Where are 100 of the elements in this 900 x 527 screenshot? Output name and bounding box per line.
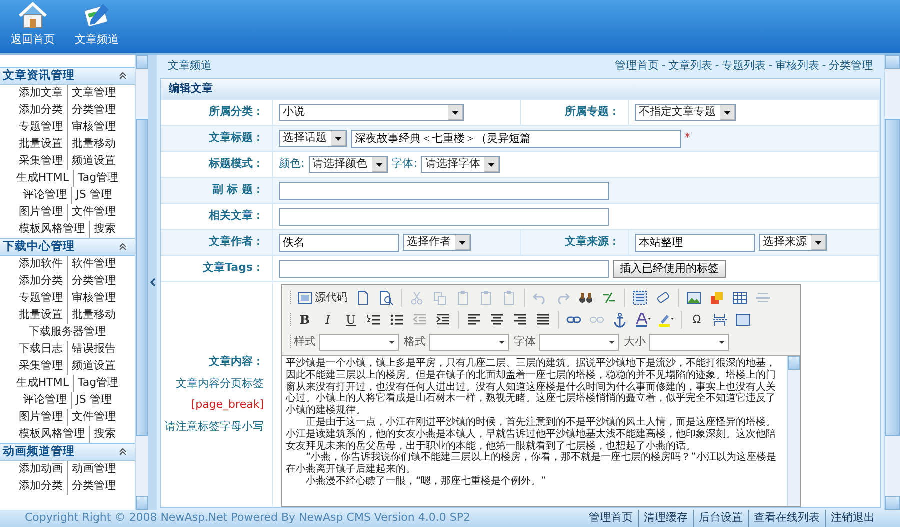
sidebar-link[interactable]: 评论管理 — [19, 392, 72, 409]
footer-link[interactable]: 管理首页 — [584, 510, 638, 527]
sidebar-link[interactable]: 批量设置 — [15, 136, 67, 153]
sidebar-link[interactable]: 审核管理 — [67, 119, 120, 136]
bullet-list-icon — [389, 312, 405, 328]
sidebar-link[interactable]: 添加动画 — [15, 461, 67, 478]
dropdown[interactable]: 小说 — [279, 104, 464, 121]
window-icon — [297, 290, 313, 306]
scrollbar[interactable] — [135, 55, 148, 510]
dropdown[interactable]: 请选择字体 — [421, 156, 500, 173]
sidebar-link[interactable]: 模板风格管理 — [15, 221, 89, 238]
sidebar-link[interactable]: 文章管理 — [67, 85, 120, 102]
section-header[interactable]: 下载中心管理 — [0, 238, 135, 256]
paragraph: “小燕，你告诉我说你们镇不能建三层以上的楼房，你看，那不就是一座七层的楼房吗？”小江以为这座楼是在小燕离开镇子后建起来的。 — [286, 452, 778, 476]
sidebar-link[interactable]: 评论管理 — [19, 187, 72, 204]
required-mark: * — [685, 130, 690, 146]
nav-link[interactable]: 审核列表 — [776, 58, 820, 74]
text-field[interactable] — [279, 208, 609, 226]
sidebar-link[interactable]: 软件管理 — [67, 256, 120, 273]
dropdown-arrow-icon — [455, 235, 470, 250]
combo-label: 样式 — [294, 334, 316, 350]
sidebar-link[interactable]: 添加分类 — [15, 273, 67, 290]
dropdown[interactable]: 不指定文章专题 — [635, 104, 736, 121]
sidebar-link[interactable]: 文件管理 — [67, 409, 120, 426]
panel-title: 编辑文章 — [161, 79, 880, 99]
nav-link[interactable]: 管理首页 — [615, 58, 660, 74]
sidebar-link[interactable]: 添加软件 — [15, 256, 67, 273]
dropdown[interactable]: 选择话题 — [279, 130, 347, 147]
clipboard-icon — [501, 290, 517, 306]
sidebar-link[interactable]: 动画管理 — [67, 461, 120, 478]
paragraph: 正是由于这一点，小江在刚进平沙镇的时候，首先注意到的不是平沙镇的风土人情，而是这座怪异的塔楼。小江是读建筑系的，他的女友小燕是本镇人，早就告诉过他平沙镇地基太浅不能建高楼，他印象深刻。这次他陪女友拜见未来的岳父岳母，出于职业的本能，他第一眼就看到了七层楼，也想起了小燕的话。 — [286, 416, 777, 452]
nav-button[interactable]: 返回首页 — [8, 0, 58, 48]
sidebar-link[interactable]: 批量移动 — [67, 307, 120, 324]
sidebar-link[interactable]: 添加分类 — [15, 478, 67, 495]
sidebar-link[interactable]: 批量移动 — [67, 136, 120, 153]
sidebar-link[interactable]: 采集管理 — [15, 358, 67, 375]
sidebar-link[interactable]: 分类管理 — [67, 273, 120, 290]
sidebar-link[interactable]: 错误报告 — [67, 341, 120, 358]
clipboard-icon — [455, 290, 471, 306]
sidebar-link[interactable]: 分类管理 — [67, 478, 120, 495]
sidebar-link[interactable]: 频道设置 — [67, 358, 120, 375]
dropdown-arrow-icon — [719, 340, 725, 344]
section-title: 动画频道管理 — [3, 443, 75, 460]
nav-link[interactable]: 专题列表 — [722, 58, 766, 74]
field-label: 文章作者： — [161, 230, 273, 255]
toolbar-grip-icon — [290, 313, 293, 327]
clipboard-icon — [478, 290, 494, 306]
sidebar-link[interactable]: 图片管理 — [15, 409, 67, 426]
sidebar-link[interactable]: 图片管理 — [15, 204, 67, 221]
hint-text: 文章内容分页标签 — [176, 376, 264, 392]
nav-link[interactable]: 分类管理 — [829, 58, 873, 74]
sidebar-link[interactable]: 文件管理 — [67, 204, 120, 221]
dropdown[interactable]: 选择作者 — [403, 234, 471, 251]
sidebar-link[interactable]: 专题管理 — [15, 119, 67, 136]
footer-link[interactable]: 后台设置 — [693, 510, 748, 527]
paragraph: 平沙镇是一个小镇，镇上多是平房，只有几座二层、三层的建筑。据说平沙镇地下是流沙，不能打很深的地基，因此不能建三层以上的楼房。但是在镇子的北面却盖着一座七层的塔楼，稳稳的并不见塌陷的迹象。塔楼上的门窗从来没有打开过，也没有任何人进出过。没有人知道这座楼是什么时间为什么事而修建的，事实上也没有人关心过。小镇上的人将它看成是山石树木一样，熟视无睹。这座七层塔楼悄悄的矗立着，似乎完全不知道它违反了小镇的建楼规律。 — [286, 358, 777, 416]
insert-tags-button[interactable]: 插入已经使用的标签 — [613, 260, 726, 278]
sidebar-link[interactable]: Tag管理 — [73, 375, 123, 392]
footer-link[interactable]: 查看在线列表 — [748, 510, 825, 527]
section-header[interactable]: 动画频道管理 — [0, 443, 135, 461]
text-field[interactable] — [279, 260, 609, 278]
nav-link[interactable]: 文章列表 — [668, 58, 713, 74]
footer-link[interactable]: 注销退出 — [825, 510, 880, 527]
text-field[interactable]: 深夜故事经典＜七重楼＞（灵异短篇 — [351, 130, 681, 148]
field-label: 颜色: — [279, 156, 305, 172]
field-label: 文章标题： — [161, 126, 273, 151]
sidebar-link[interactable]: 审核管理 — [67, 290, 120, 307]
sidebar-link[interactable]: JS 管理 — [71, 187, 116, 204]
section-header[interactable]: 文章资讯管理 — [0, 67, 135, 85]
sidebar-link[interactable]: 分类管理 — [67, 102, 120, 119]
dropdown[interactable]: 选择来源 — [759, 234, 827, 251]
sidebar-link[interactable]: 添加文章 — [15, 85, 67, 102]
sidebar-link[interactable]: 生成HTML — [12, 170, 73, 187]
nav-button[interactable]: 文章频道 — [72, 0, 122, 48]
field-label: 文章来源： — [521, 230, 629, 255]
sidebar-link[interactable]: 批量设置 — [15, 307, 67, 324]
sidebar-link[interactable]: 添加分类 — [15, 102, 67, 119]
sidebar-link[interactable]: 频道设置 — [67, 153, 120, 170]
scrollbar[interactable] — [787, 356, 800, 506]
scrollbar[interactable] — [884, 55, 900, 510]
sidebar-link[interactable]: 专题管理 — [15, 290, 67, 307]
sidebar-link[interactable]: 下载日志 — [15, 341, 67, 358]
table-icon — [732, 290, 748, 306]
sidebar-link[interactable]: 生成HTML — [12, 375, 73, 392]
combo-label: 格式 — [404, 334, 426, 350]
sidebar-link[interactable]: JS 管理 — [71, 392, 116, 409]
select-all-icon — [632, 290, 648, 306]
text-field[interactable]: 佚名 — [279, 234, 399, 252]
text-field[interactable]: 本站整理 — [635, 234, 755, 252]
sidebar-link[interactable]: 下载服务器管理 — [25, 324, 110, 341]
sidebar-link[interactable]: 采集管理 — [15, 153, 67, 170]
footer-link[interactable]: 清理缓存 — [638, 510, 693, 527]
maximize-icon — [735, 312, 751, 328]
anchor-icon — [612, 312, 628, 328]
text-field[interactable] — [279, 182, 609, 200]
sidebar-link[interactable]: 模板风格管理 — [15, 426, 89, 443]
sidebar-link[interactable]: Tag管理 — [73, 170, 123, 187]
binoculars-icon — [578, 290, 594, 306]
dropdown-arrow-icon — [448, 105, 463, 120]
dropdown[interactable]: 请选择颜色 — [308, 156, 388, 173]
